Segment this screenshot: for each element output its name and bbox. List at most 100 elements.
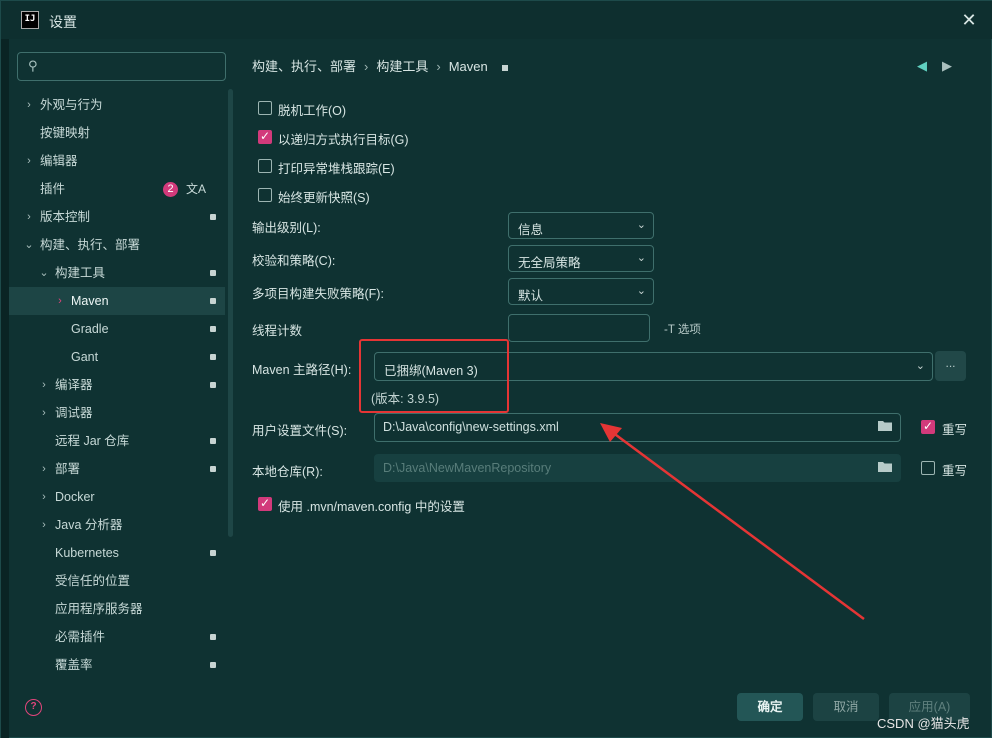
multiproject-label: 多项目构建失败策略(F):	[252, 287, 384, 301]
breadcrumb-item: 构建、执行、部署	[252, 59, 357, 74]
background-strip	[1, 1, 9, 738]
user-settings-label: 用户设置文件(S):	[252, 424, 348, 438]
annotation-arrow	[600, 423, 865, 621]
sidebar-item-build-tools[interactable]: ⌄ 构建工具	[9, 259, 225, 287]
checksum-label: 校验和策略(C):	[252, 254, 336, 268]
chevron-right-icon: ›	[42, 491, 46, 503]
output-level-select[interactable]: 信息 ⌄	[508, 212, 654, 239]
always-update-label: 始终更新快照(S)	[278, 191, 370, 205]
breadcrumb-separator-icon: ›	[364, 59, 369, 74]
annotation-highlight-box	[359, 339, 509, 413]
settings-dialog: IJ 设置 ✕ ⚲ › 外观与行为 按键映射 › 编辑器 插件 2 文A › 版本控制 ⌄…	[0, 0, 992, 738]
translate-icon: 文A	[186, 182, 207, 196]
chevron-right-icon: ›	[27, 99, 31, 111]
output-level-label: 输出级别(L):	[252, 221, 321, 235]
search-icon: ⚲	[28, 58, 38, 73]
intellij-icon: IJ	[21, 11, 39, 29]
user-settings-override-label: 重写	[942, 423, 968, 437]
recursive-label: 以递归方式执行目标(G)	[278, 133, 409, 147]
user-settings-override-checkbox[interactable]	[921, 419, 935, 434]
sidebar-item-coverage[interactable]: 覆盖率	[9, 651, 225, 679]
browse-maven-home-button[interactable]: ...	[935, 351, 966, 381]
ok-button[interactable]: 确定	[737, 693, 803, 721]
checksum-select[interactable]: 无全局策略 ⌄	[508, 245, 654, 272]
arrow-left-icon[interactable]: ◀	[917, 58, 927, 74]
use-mvn-config-label: 使用 .mvn/maven.config 中的设置	[278, 500, 465, 514]
chevron-down-icon: ⌄	[39, 267, 49, 279]
sidebar-item-build-exec-deploy[interactable]: ⌄ 构建、执行、部署	[9, 231, 225, 259]
sidebar-item-debugger[interactable]: › 调试器	[9, 399, 225, 427]
sidebar-item-gant[interactable]: Gant	[9, 343, 225, 371]
sidebar-item-vcs[interactable]: › 版本控制	[9, 203, 225, 231]
maven-home-label: Maven 主路径(H):	[252, 363, 352, 377]
help-icon[interactable]: ?	[25, 699, 42, 716]
chevron-right-icon: ›	[42, 519, 46, 531]
print-stack-checkbox[interactable]	[258, 159, 272, 173]
thread-count-hint: -T 选项	[664, 324, 701, 336]
chevron-right-icon: ›	[27, 155, 31, 167]
plugin-update-badge: 2	[163, 182, 178, 197]
title-bar: IJ 设置 ✕	[1, 1, 992, 39]
chevron-down-icon: ⌄	[915, 360, 925, 372]
sidebar-item-app-servers[interactable]: 应用程序服务器	[9, 595, 225, 623]
window-title: 设置	[49, 14, 77, 30]
thread-count-label: 线程计数	[252, 324, 303, 338]
close-icon[interactable]: ✕	[959, 10, 979, 30]
local-repo-override-label: 重写	[942, 464, 968, 478]
project-scope-icon	[210, 298, 216, 304]
sidebar-scrollbar[interactable]	[228, 89, 233, 537]
chevron-down-icon: ⌄	[636, 252, 646, 264]
sidebar-item-java-profiler[interactable]: › Java 分析器	[9, 511, 225, 539]
project-scope-icon	[210, 354, 216, 360]
search-input[interactable]: ⚲	[17, 52, 226, 81]
cancel-button[interactable]: 取消	[813, 693, 879, 721]
chevron-down-icon: ⌄	[636, 219, 646, 231]
breadcrumb: 构建、执行、部署 › 构建工具 › Maven	[252, 56, 514, 75]
csdn-watermark: CSDN @猫头虎	[877, 716, 970, 731]
sidebar-item-required-plugins[interactable]: 必需插件	[9, 623, 225, 651]
chevron-right-icon: ›	[27, 211, 31, 223]
recursive-checkbox[interactable]	[258, 129, 272, 144]
sidebar-item-trusted-locations[interactable]: 受信任的位置	[9, 567, 225, 595]
use-mvn-config-checkbox[interactable]	[258, 496, 272, 511]
folder-icon[interactable]	[878, 420, 892, 431]
local-repo-override-checkbox[interactable]	[921, 461, 935, 475]
always-update-checkbox[interactable]	[258, 188, 272, 202]
chevron-down-icon: ⌄	[636, 285, 646, 297]
sidebar-item-remote-jar[interactable]: 远程 Jar 仓库	[9, 427, 225, 455]
offline-checkbox[interactable]	[258, 101, 272, 115]
sidebar-item-plugins[interactable]: 插件 2 文A	[9, 175, 225, 203]
project-scope-icon	[210, 438, 216, 444]
sidebar-item-gradle[interactable]: Gradle	[9, 315, 225, 343]
sidebar-item-docker[interactable]: › Docker	[9, 483, 225, 511]
sidebar-item-maven[interactable]: › Maven	[9, 287, 225, 315]
sidebar-item-appearance[interactable]: › 外观与行为	[9, 91, 225, 119]
chevron-right-icon: ›	[42, 379, 46, 391]
project-scope-icon	[210, 550, 216, 556]
breadcrumb-item: Maven	[448, 59, 488, 74]
sidebar-item-deployment[interactable]: › 部署	[9, 455, 225, 483]
chevron-right-icon: ›	[58, 295, 62, 307]
arrow-right-icon[interactable]: ▶	[942, 58, 952, 74]
project-scope-icon	[210, 662, 216, 668]
chevron-right-icon: ›	[42, 463, 46, 475]
chevron-down-icon: ⌄	[24, 239, 34, 251]
sidebar-item-editor[interactable]: › 编辑器	[9, 147, 225, 175]
project-scope-icon	[210, 466, 216, 472]
project-scope-icon	[210, 634, 216, 640]
sidebar-item-compiler[interactable]: › 编译器	[9, 371, 225, 399]
print-stack-label: 打印异常堆栈跟踪(E)	[278, 162, 395, 176]
thread-count-input[interactable]	[508, 314, 650, 342]
multiproject-select[interactable]: 默认 ⌄	[508, 278, 654, 305]
breadcrumb-item: 构建工具	[376, 59, 429, 74]
project-scope-icon	[210, 326, 216, 332]
sidebar-item-keymap[interactable]: 按键映射	[9, 119, 225, 147]
folder-icon[interactable]	[878, 461, 892, 472]
project-scope-icon	[210, 382, 216, 388]
project-scope-icon	[210, 214, 216, 220]
project-scope-icon	[501, 64, 508, 71]
chevron-right-icon: ›	[42, 407, 46, 419]
offline-label: 脱机工作(O)	[278, 104, 347, 118]
sidebar-item-kubernetes[interactable]: Kubernetes	[9, 539, 225, 567]
local-repo-label: 本地仓库(R):	[252, 465, 323, 479]
